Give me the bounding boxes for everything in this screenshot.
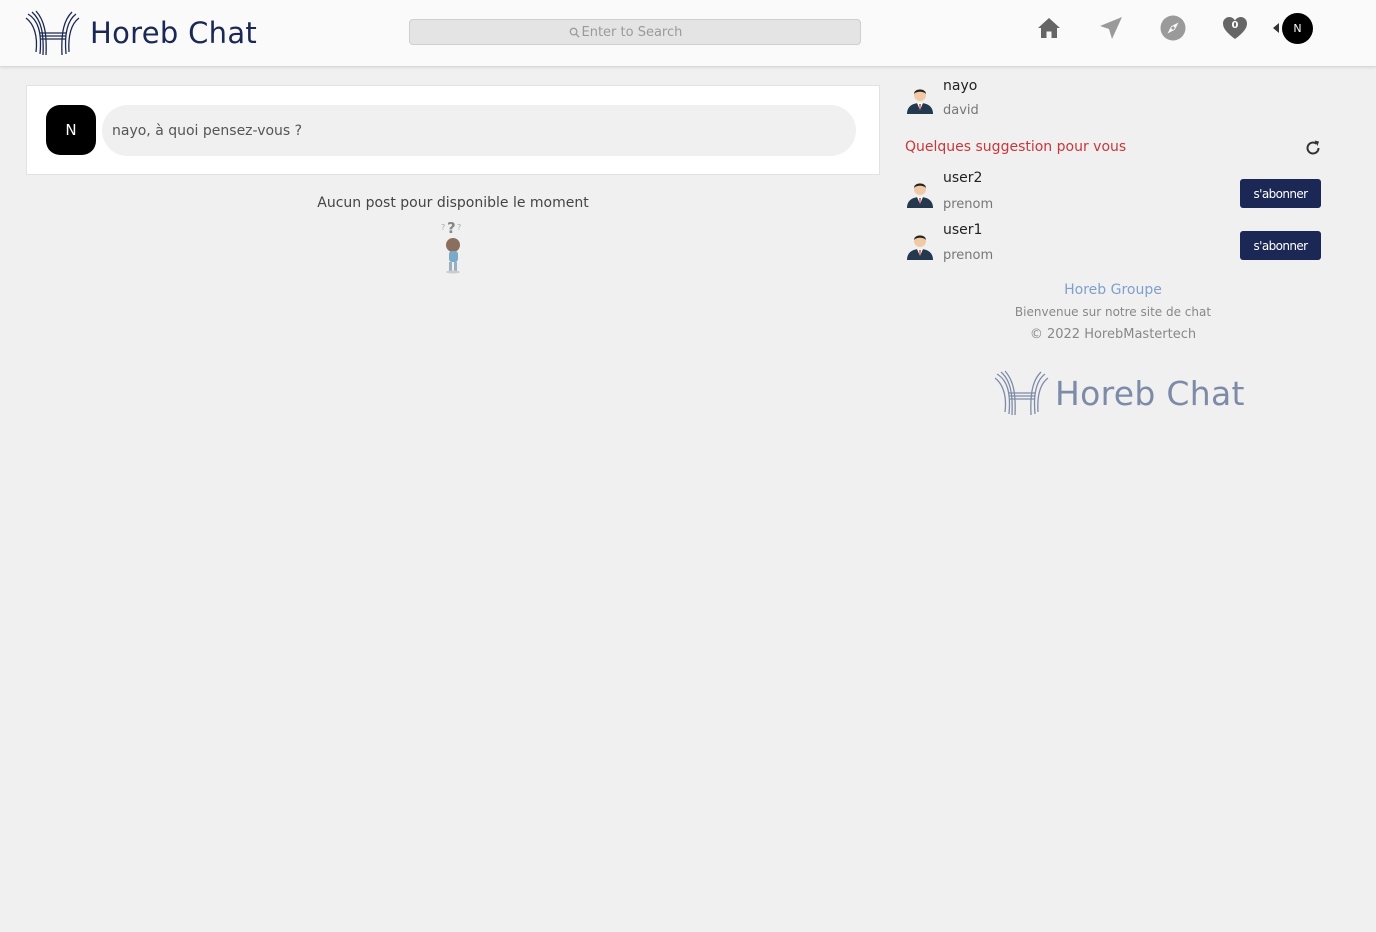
suggestions-title: Quelques suggestion pour vous <box>905 139 1127 155</box>
current-user-name: nayo <box>943 78 978 94</box>
search-bar[interactable] <box>409 19 861 45</box>
footer-brand: Horeb Chat <box>993 368 1245 418</box>
follow-button[interactable]: s'abonner <box>1240 231 1321 260</box>
post-input[interactable]: nayo, à quoi pensez-vous ? <box>102 105 856 156</box>
current-user-card[interactable]: nayo david <box>905 78 1325 122</box>
search-icon <box>569 27 580 38</box>
suggestion-subtitle: prenom <box>943 248 994 263</box>
empty-feed-message: Aucun post pour disponible le moment <box>317 195 589 211</box>
suggestion-item[interactable]: user2 prenom s'abonner <box>905 170 1325 214</box>
notification-count: 0 <box>1231 20 1239 31</box>
home-nav-button[interactable] <box>1034 13 1064 43</box>
footer-brand-name: Horeb Chat <box>1055 373 1245 413</box>
horeb-logo-icon <box>25 10 80 56</box>
user-avatar-icon <box>907 183 933 208</box>
suggestion-item[interactable]: user1 prenom s'abonner <box>905 222 1325 266</box>
user-avatar-icon <box>907 89 933 114</box>
brand-name: Horeb Chat <box>90 16 258 50</box>
sidebar-footer: Horeb Groupe Bienvenue sur notre site de… <box>905 282 1321 342</box>
header-avatar-initial: N <box>1293 21 1302 35</box>
refresh-icon[interactable] <box>1304 139 1322 157</box>
search-input[interactable] <box>581 24 702 40</box>
caret-left-icon <box>1273 23 1279 33</box>
horeb-logo-icon <box>994 370 1049 416</box>
composer-avatar: N <box>46 105 96 155</box>
confused-person-illustration: ? ? ? <box>441 219 461 274</box>
paper-plane-icon <box>1100 17 1122 39</box>
footer-copyright: © 2022 HorebMastertech <box>1029 327 1197 342</box>
post-input-prompt: nayo, à quoi pensez-vous ? <box>112 122 303 139</box>
svg-text:?: ? <box>441 223 445 232</box>
user-avatar-icon <box>907 235 933 260</box>
notifications-nav-button[interactable]: 0 <box>1220 13 1250 43</box>
suggestion-subtitle: prenom <box>943 197 994 212</box>
suggestion-username: user1 <box>943 222 983 238</box>
header-avatar: N <box>1282 12 1313 44</box>
footer-group-link[interactable]: Horeb Groupe <box>905 282 1321 298</box>
current-user-subtitle: david <box>943 103 979 118</box>
send-nav-button[interactable] <box>1096 13 1126 43</box>
profile-menu-button[interactable]: N <box>1270 12 1316 44</box>
compass-icon <box>1160 15 1186 41</box>
brand-logo-link[interactable]: Horeb Chat <box>24 8 257 58</box>
top-navbar: Horeb Chat 0 N <box>0 0 1376 67</box>
follow-button[interactable]: s'abonner <box>1240 179 1321 208</box>
composer-avatar-initial: N <box>65 121 77 139</box>
footer-welcome: Bienvenue sur notre site de chat <box>1014 305 1212 319</box>
svg-text:?: ? <box>447 219 456 237</box>
suggestion-username: user2 <box>943 170 983 186</box>
explore-nav-button[interactable] <box>1158 13 1188 43</box>
post-composer: N nayo, à quoi pensez-vous ? <box>26 85 880 175</box>
home-icon <box>1038 18 1060 38</box>
svg-text:?: ? <box>457 223 461 232</box>
